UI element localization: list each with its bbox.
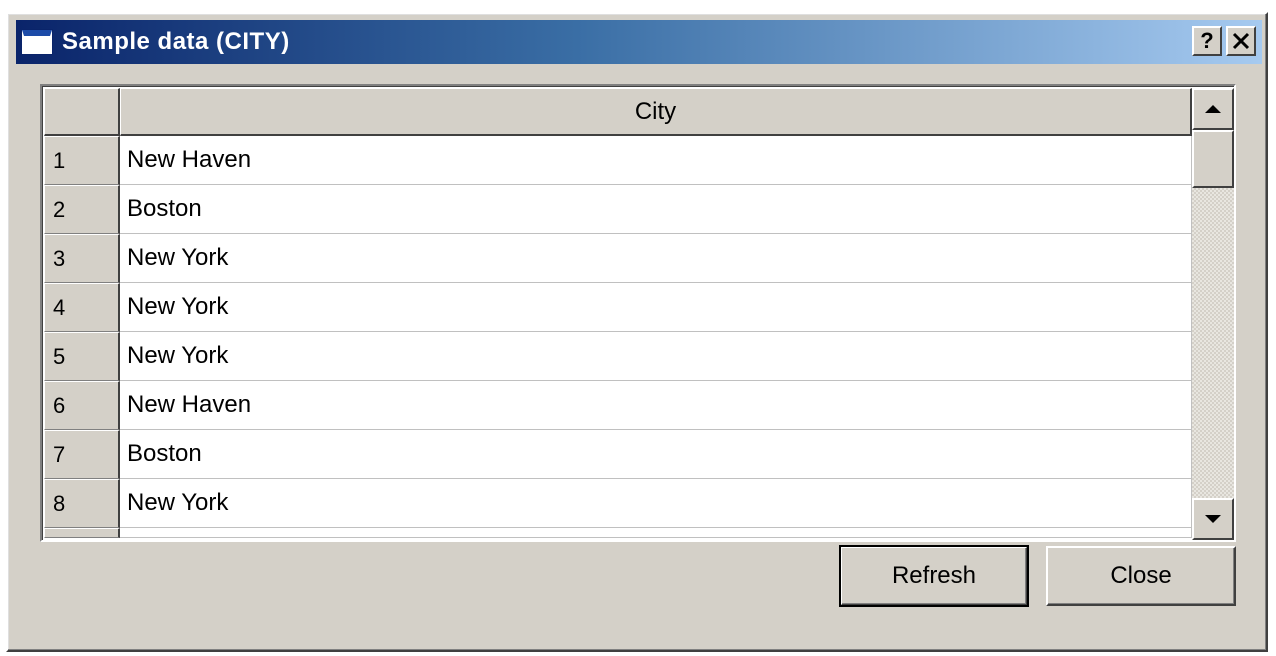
row-number[interactable]: 5 (44, 332, 120, 381)
refresh-button[interactable]: Refresh (839, 545, 1029, 607)
row-number[interactable]: 6 (44, 381, 120, 430)
table-row[interactable]: 7 Boston (44, 430, 1192, 479)
window-icon (22, 30, 52, 54)
row-number[interactable] (44, 528, 120, 538)
table-row[interactable]: 4 New York (44, 283, 1192, 332)
table-row[interactable]: 5 New York (44, 332, 1192, 381)
title-buttons: ? (1190, 26, 1256, 56)
row-number[interactable]: 3 (44, 234, 120, 283)
city-cell[interactable]: New Haven (120, 381, 1192, 430)
data-grid[interactable]: City 1 New Haven 2 Boston 3 New York 4 N… (40, 84, 1236, 542)
scroll-down-button[interactable] (1192, 498, 1234, 540)
triangle-up-icon (1205, 105, 1221, 113)
city-cell[interactable] (120, 528, 1192, 538)
row-number[interactable]: 8 (44, 479, 120, 528)
grid-header-row: City (44, 88, 1192, 136)
table-row[interactable]: 6 New Haven (44, 381, 1192, 430)
table-row[interactable]: 3 New York (44, 234, 1192, 283)
city-cell[interactable]: New York (120, 234, 1192, 283)
table-row-partial[interactable] (44, 528, 1192, 540)
triangle-down-icon (1205, 515, 1221, 523)
help-button[interactable]: ? (1192, 26, 1222, 56)
row-number[interactable]: 4 (44, 283, 120, 332)
grid-corner-cell[interactable] (44, 88, 120, 136)
close-button[interactable]: Close (1046, 546, 1236, 606)
city-cell[interactable]: New York (120, 283, 1192, 332)
city-cell[interactable]: New York (120, 332, 1192, 381)
city-cell[interactable]: Boston (120, 185, 1192, 234)
city-cell[interactable]: Boston (120, 430, 1192, 479)
dialog-title: Sample data (CITY) (62, 28, 290, 55)
table-row[interactable]: 2 Boston (44, 185, 1192, 234)
title-bar[interactable]: Sample data (CITY) ? (16, 20, 1262, 64)
row-number[interactable]: 1 (44, 136, 120, 185)
grid-rows: 1 New Haven 2 Boston 3 New York 4 New Yo… (44, 136, 1192, 540)
close-icon (1232, 32, 1250, 50)
close-window-button[interactable] (1226, 26, 1256, 56)
scroll-up-button[interactable] (1192, 88, 1234, 130)
city-cell[interactable]: New York (120, 479, 1192, 528)
row-number[interactable]: 7 (44, 430, 120, 479)
city-cell[interactable]: New Haven (120, 136, 1192, 185)
table-row[interactable]: 8 New York (44, 479, 1192, 528)
scrollbar-thumb[interactable] (1192, 130, 1234, 188)
row-number[interactable]: 2 (44, 185, 120, 234)
vertical-scrollbar[interactable] (1192, 88, 1234, 540)
column-header-city[interactable]: City (120, 88, 1192, 136)
table-row[interactable]: 1 New Haven (44, 136, 1192, 185)
